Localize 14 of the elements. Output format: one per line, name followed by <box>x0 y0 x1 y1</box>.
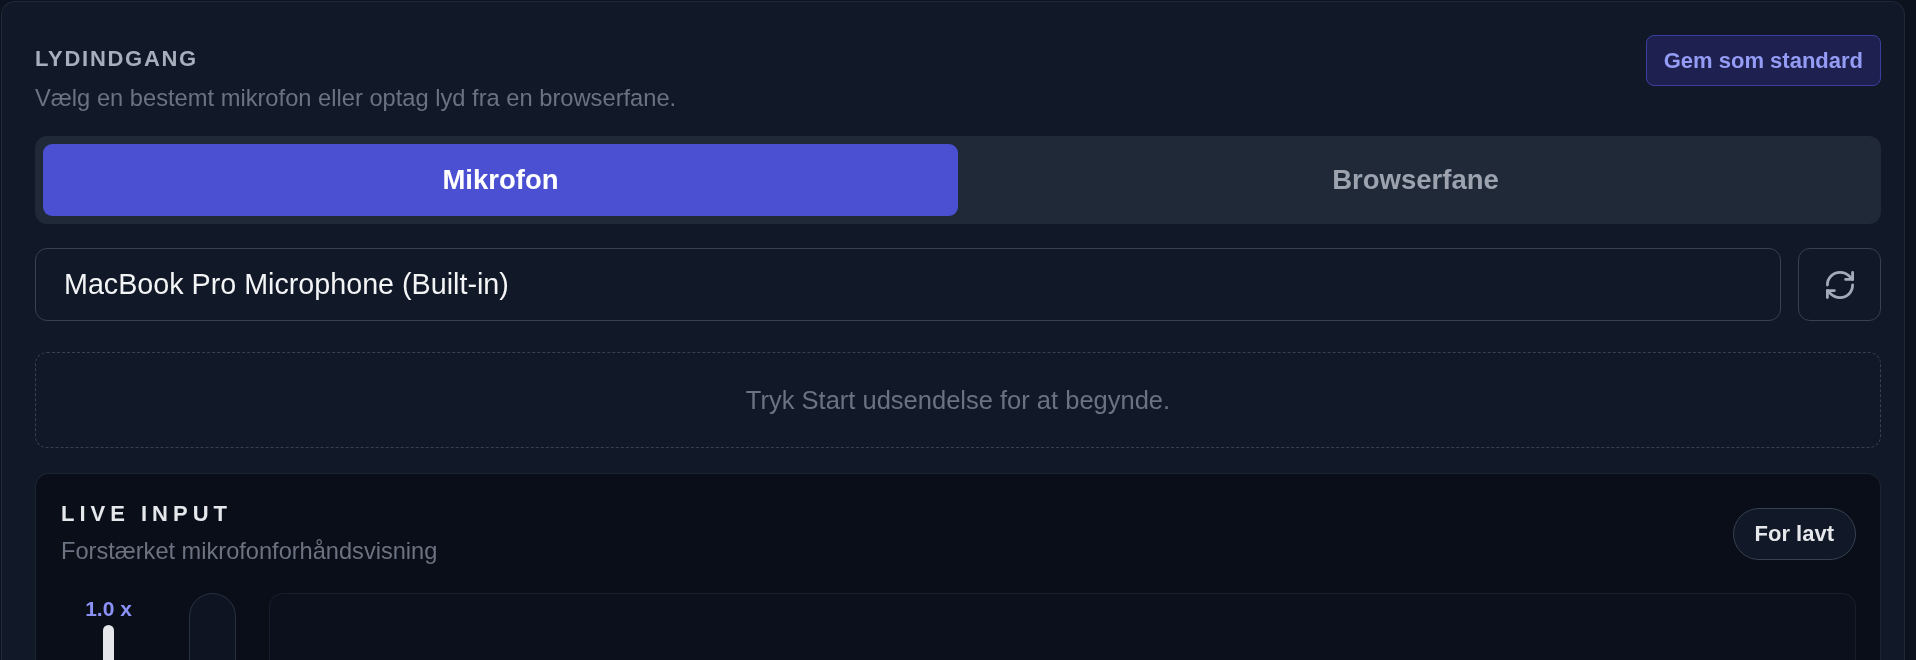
refresh-button[interactable] <box>1798 248 1881 321</box>
source-tab[interactable]: Mikrofon <box>43 144 958 216</box>
level-status-badge: For lavt <box>1732 507 1856 560</box>
gain-reading: 1.0 x <box>85 597 132 621</box>
section-title: LYDINDGANG <box>35 46 198 72</box>
source-tab[interactable]: Browserfane <box>958 144 1873 216</box>
status-message: Tryk Start udsendelse for at begynde. <box>745 385 1171 415</box>
refresh-icon <box>1825 270 1854 299</box>
card-title: LIVE INPUT <box>61 501 233 527</box>
gain-handle[interactable] <box>103 625 114 660</box>
card-subtitle: Forstærket mikrofonforhåndsvisning <box>61 537 438 566</box>
save-default-button[interactable]: Gem som standard <box>1645 35 1881 86</box>
section-description: Vælg en bestemt mikrofon eller optag lyd fra en browserfane. <box>35 84 677 113</box>
device-select[interactable]: MacBook Pro Microphone (Built-in) <box>35 248 1781 321</box>
